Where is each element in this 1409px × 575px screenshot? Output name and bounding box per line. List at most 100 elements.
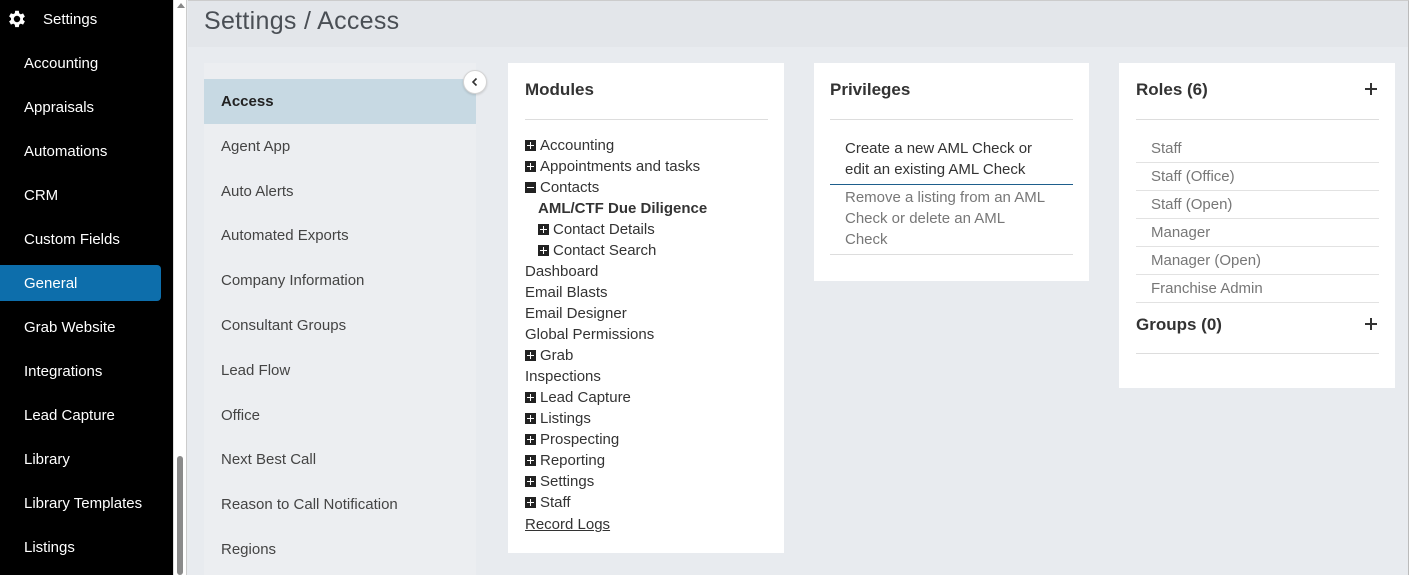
expand-icon[interactable] — [525, 497, 536, 508]
module-staff[interactable]: Staff — [525, 494, 571, 511]
module-label: Dashboard — [525, 263, 599, 280]
modules-panel: Modules Accounting Appointments and task… — [508, 63, 784, 553]
module-accounting[interactable]: Accounting — [525, 137, 614, 154]
submenu-item-regions[interactable]: Regions — [204, 527, 476, 572]
module-label: Settings — [540, 473, 595, 490]
module-email-designer[interactable]: Email Designer — [525, 305, 627, 322]
submenu-item-reason-to-call-notification[interactable]: Reason to Call Notification — [204, 482, 476, 527]
chevron-left-icon — [471, 77, 478, 87]
add-group-plus-icon[interactable] — [1365, 318, 1377, 330]
module-reporting[interactable]: Reporting — [525, 452, 605, 469]
scrollbar-thumb[interactable] — [177, 456, 183, 575]
submenu-item-consultant-groups[interactable]: Consultant Groups — [204, 303, 476, 348]
nav-scrollbar[interactable] — [173, 0, 187, 575]
nav-header[interactable]: Settings — [6, 8, 97, 30]
module-settings[interactable]: Settings — [525, 473, 594, 490]
record-logs-link[interactable]: Record Logs — [525, 516, 610, 533]
settings-submenu: Access Agent App Auto Alerts Automated E… — [204, 63, 476, 575]
nav-item-accounting[interactable]: Accounting — [0, 45, 161, 81]
expand-icon[interactable] — [538, 245, 549, 256]
submenu-item-lead-flow[interactable]: Lead Flow — [204, 348, 476, 393]
roles-divider — [1136, 119, 1379, 120]
nav-item-grab-website[interactable]: Grab Website — [0, 309, 161, 345]
module-email-blasts[interactable]: Email Blasts — [525, 284, 608, 301]
module-contact-search[interactable]: Contact Search — [538, 242, 656, 259]
module-label: Contact Details — [553, 221, 655, 238]
module-appointments-and-tasks[interactable]: Appointments and tasks — [525, 158, 700, 175]
nav-item-library-templates[interactable]: Library Templates — [0, 485, 161, 521]
privilege-item[interactable]: Create a new AML Check or edit an existi… — [830, 138, 1073, 185]
page-title: Settings / Access — [204, 7, 400, 35]
submenu-item-agent-app[interactable]: Agent App — [204, 124, 476, 169]
nav-item-crm[interactable]: CRM — [0, 177, 161, 213]
privilege-item[interactable]: Remove a listing from an AML Check or de… — [830, 187, 1073, 255]
role-item-manager[interactable]: Manager — [1136, 219, 1379, 247]
expand-icon[interactable] — [525, 434, 536, 445]
module-label: Record Logs — [525, 516, 611, 533]
roles-title: Roles (6) — [1136, 80, 1208, 99]
submenu-item-auto-alerts[interactable]: Auto Alerts — [204, 169, 476, 214]
privileges-title: Privileges — [830, 80, 911, 99]
nav-item-integrations[interactable]: Integrations — [0, 353, 161, 389]
main-navigation: Settings Accounting Appraisals Automatio… — [0, 0, 173, 575]
module-prospecting[interactable]: Prospecting — [525, 431, 619, 448]
collapse-icon[interactable] — [525, 182, 536, 193]
expand-icon[interactable] — [525, 476, 536, 487]
module-label: Global Permissions — [525, 326, 655, 343]
module-label: Email Blasts — [525, 284, 608, 301]
roles-panel: Roles (6) Staff Staff (Office) Staff (Op… — [1119, 63, 1395, 388]
groups-title: Groups (0) — [1136, 315, 1222, 334]
module-label: Inspections — [525, 368, 601, 385]
nav-item-listings[interactable]: Listings — [0, 529, 161, 565]
module-label: Contact Search — [553, 242, 657, 259]
module-label: Email Designer — [525, 305, 627, 322]
scroll-up-arrow-icon[interactable] — [177, 3, 185, 8]
module-inspections[interactable]: Inspections — [525, 368, 601, 385]
collapse-submenu-button[interactable] — [463, 70, 487, 94]
module-contacts[interactable]: Contacts — [525, 179, 599, 196]
nav-item-appraisals[interactable]: Appraisals — [0, 89, 161, 125]
role-item-franchise-admin[interactable]: Franchise Admin — [1136, 275, 1379, 303]
module-aml-ctf-due-diligence[interactable]: AML/CTF Due Diligence — [538, 200, 707, 217]
module-grab[interactable]: Grab — [525, 347, 573, 364]
expand-icon[interactable] — [538, 224, 549, 235]
page-header: Settings / Access — [188, 1, 1408, 47]
submenu-item-automated-exports[interactable]: Automated Exports — [204, 213, 476, 258]
expand-icon[interactable] — [525, 413, 536, 424]
module-label: Prospecting — [540, 431, 620, 448]
role-item-staff[interactable]: Staff — [1136, 135, 1379, 163]
expand-icon[interactable] — [525, 140, 536, 151]
nav-item-custom-fields[interactable]: Custom Fields — [0, 221, 161, 257]
expand-icon[interactable] — [525, 392, 536, 403]
nav-item-library[interactable]: Library — [0, 441, 161, 477]
module-label: Appointments and tasks — [540, 158, 701, 175]
role-item-manager-open[interactable]: Manager (Open) — [1136, 247, 1379, 275]
nav-item-automations[interactable]: Automations — [0, 133, 161, 169]
expand-icon[interactable] — [525, 161, 536, 172]
main-content: Settings / Access Access Agent App Auto … — [188, 0, 1409, 575]
nav-item-lead-capture[interactable]: Lead Capture — [0, 397, 161, 433]
submenu-item-access[interactable]: Access — [204, 79, 476, 124]
module-label: Lead Capture — [540, 389, 631, 406]
module-label: Accounting — [540, 137, 615, 154]
module-label: AML/CTF Due Diligence — [538, 200, 708, 217]
role-item-staff-office[interactable]: Staff (Office) — [1136, 163, 1379, 191]
module-contact-details[interactable]: Contact Details — [538, 221, 655, 238]
submenu-item-office[interactable]: Office — [204, 393, 476, 438]
add-role-plus-icon[interactable] — [1365, 83, 1377, 95]
module-label: Grab — [540, 347, 574, 364]
submenu-item-next-best-call[interactable]: Next Best Call — [204, 437, 476, 482]
expand-icon[interactable] — [525, 455, 536, 466]
role-item-staff-open[interactable]: Staff (Open) — [1136, 191, 1379, 219]
privileges-panel: Privileges Create a new AML Check or edi… — [814, 63, 1089, 281]
nav-item-general[interactable]: General — [0, 265, 161, 301]
submenu-item-company-information[interactable]: Company Information — [204, 258, 476, 303]
expand-icon[interactable] — [525, 350, 536, 361]
module-listings[interactable]: Listings — [525, 410, 591, 427]
module-label: Contacts — [540, 179, 600, 196]
module-lead-capture[interactable]: Lead Capture — [525, 389, 631, 406]
module-label: Listings — [540, 410, 591, 427]
module-global-permissions[interactable]: Global Permissions — [525, 326, 654, 343]
privileges-divider — [830, 119, 1073, 120]
module-dashboard[interactable]: Dashboard — [525, 263, 598, 280]
